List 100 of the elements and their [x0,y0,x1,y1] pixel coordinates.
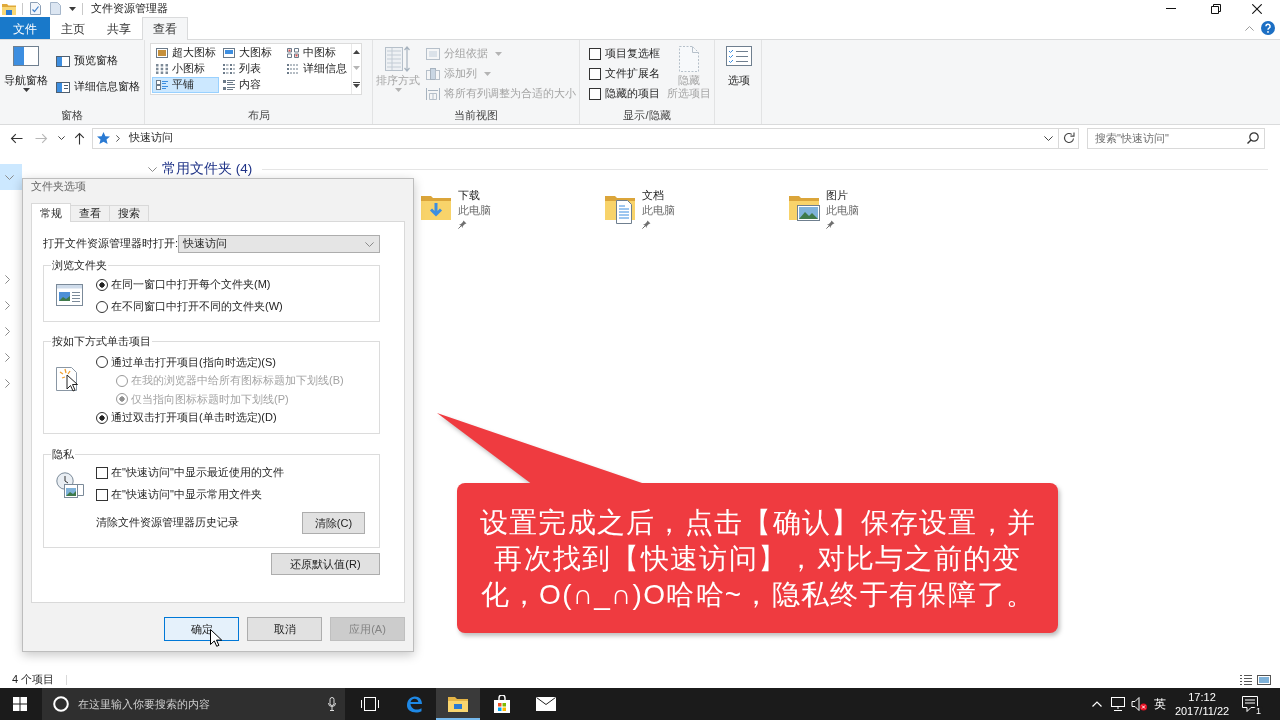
clock-date[interactable]: 2017/11/22 [1174,704,1230,718]
chevron-right-icon[interactable] [116,134,120,142]
clock-picture-icon [56,472,84,500]
caret-icon [394,88,402,92]
chevron-right-icon[interactable] [5,326,10,336]
dialog-button[interactable]: 取消 [247,617,322,641]
dialog-button[interactable]: 确定 [164,617,239,641]
ribbon-tab[interactable]: 查看 [142,17,188,40]
expand-gallery-icon[interactable] [353,82,360,88]
preview-pane-icon [56,55,70,67]
volume-muted-icon[interactable] [1131,697,1147,711]
large-icons-view-icon[interactable] [1257,675,1271,685]
up-arrow-icon[interactable] [74,131,85,145]
dialog-tab[interactable]: 查看 [70,205,110,221]
dropdown-caret-icon[interactable] [69,6,76,11]
view-option[interactable]: 平铺 [152,77,219,93]
refresh-button[interactable] [1059,127,1079,149]
address-field[interactable]: 快速访问 [92,127,1059,149]
restore-icon[interactable] [1211,3,1221,14]
radio-label[interactable]: 通过双击打开项目(单击时选定)(D) [111,411,277,425]
windows-logo-icon[interactable] [13,697,27,711]
checkbox-label[interactable]: 在"快速访问"中显示最近使用的文件 [111,466,284,480]
view-option[interactable]: 大图标 [219,45,283,61]
radio-button[interactable] [96,411,108,424]
network-icon[interactable] [1110,697,1126,711]
picture-icon [223,48,235,58]
restore-defaults-button[interactable]: 还原默认值(R) [271,553,380,575]
pane-layout-icon [13,46,39,66]
checkbox[interactable] [96,489,108,501]
chevron-right-icon[interactable] [5,378,10,388]
file-menu-tab[interactable]: 文件 [0,17,50,39]
checkbox[interactable] [96,467,108,479]
group-header[interactable]: 常用文件夹 (4) [148,161,253,177]
item-name[interactable]: 文档 [642,188,675,203]
notification-count: 1 [1254,706,1263,716]
dashed-document-icon [679,46,699,72]
task-view-icon [361,697,379,711]
clear-button[interactable]: 清除(C) [302,512,365,534]
radio-button[interactable] [96,356,108,369]
field-label: 打开文件资源管理器时打开: [43,237,178,251]
checkbox-label[interactable]: 项目复选框 [605,47,660,61]
ribbon-tab[interactable]: 主页 [50,17,96,39]
chevron-right-icon[interactable] [5,352,10,362]
dialog-tab[interactable]: 常规 [31,203,71,222]
input-language-indicator[interactable]: 英 [1154,696,1166,712]
group-label: 窗格 [60,108,84,123]
group-label: 布局 [246,108,271,123]
navigation-pane-button[interactable]: 导航窗格 [0,40,52,92]
chevron-down-icon [365,241,374,247]
item-name[interactable]: 下载 [458,188,491,203]
search-field[interactable]: 在这里输入你要搜索的内容 [42,688,345,720]
view-option[interactable]: 详细信息 [283,61,350,77]
view-option[interactable]: 中图标 [283,45,350,61]
options-button[interactable]: 选项 [717,40,761,86]
scroll-up-icon[interactable] [353,50,360,54]
details-view-icon[interactable] [1240,675,1252,685]
columns-icon [426,68,440,80]
back-arrow-icon[interactable] [10,132,23,144]
checklist-icon [726,46,752,66]
view-option[interactable]: 小图标 [152,61,219,77]
microphone-icon[interactable] [328,697,336,711]
details-pane-button[interactable]: 详细信息窗格 [54,76,142,98]
dialog-tab[interactable]: 搜索 [109,205,149,221]
checkbox-label[interactable]: 隐藏的项目 [605,87,660,101]
caret-icon [22,88,30,92]
chevron-down-icon[interactable] [58,136,65,140]
search-field[interactable]: 搜索"快速访问" [1087,127,1265,149]
details-pane-icon [56,81,70,93]
clock-time[interactable]: 17:12 [1188,690,1216,704]
checkbox[interactable] [589,68,601,80]
search-icon[interactable] [1247,131,1259,144]
radio-label[interactable]: 通过单击打开项目(指向时选定)(S) [111,355,276,369]
checked-document-icon[interactable] [30,2,41,15]
radio-label[interactable]: 在同一窗口中打开每个文件夹(M) [111,278,271,292]
view-option[interactable]: 超大图标 [152,45,219,61]
folder-icon[interactable] [2,2,16,15]
breadcrumb-item[interactable]: 快速访问 [129,131,173,145]
view-option[interactable]: 列表 [219,61,283,77]
close-icon[interactable] [1252,3,1262,14]
help-icon[interactable] [1261,21,1275,35]
radio-button[interactable] [96,301,108,313]
chevron-right-icon[interactable] [5,274,10,284]
group-label: 显示/隐藏 [622,108,672,123]
checkbox-label[interactable]: 文件扩展名 [605,67,660,81]
dropdown-field[interactable]: 快速访问 [178,235,380,253]
ribbon-tab[interactable]: 共享 [96,17,142,39]
radio-button[interactable] [96,279,108,291]
checkbox-label[interactable]: 在"快速访问"中显示常用文件夹 [111,488,262,502]
preview-pane-button[interactable]: 预览窗格 [54,50,142,72]
checkbox[interactable] [589,48,601,60]
radio-label[interactable]: 在不同窗口中打开不同的文件夹(W) [111,300,283,314]
notification-icon[interactable] [1242,696,1258,712]
chevron-down-icon[interactable] [1044,135,1053,141]
column-width-icon [426,88,440,100]
checkbox[interactable] [589,88,601,100]
chevron-right-icon[interactable] [5,300,10,310]
dots-grid-icon [156,64,168,74]
item-name[interactable]: 图片 [826,188,859,203]
view-option[interactable]: 内容 [219,77,283,93]
taskbar-button[interactable] [436,688,480,720]
